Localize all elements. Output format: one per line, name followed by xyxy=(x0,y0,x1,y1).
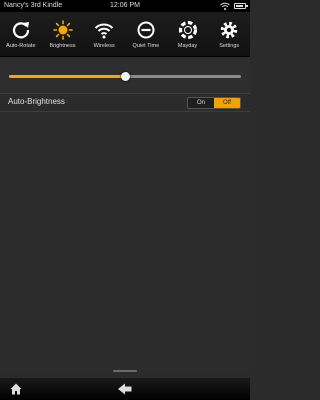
brightness-icon xyxy=(52,20,73,40)
brightness-slider[interactable] xyxy=(9,72,241,81)
navigation-bar xyxy=(0,378,250,400)
brightness-slider-fill xyxy=(9,75,125,78)
auto-brightness-off-option[interactable]: Off xyxy=(214,98,240,108)
auto-brightness-on-option[interactable]: On xyxy=(188,98,214,108)
battery-icon xyxy=(234,3,248,9)
quiet-time-label: Quiet Time xyxy=(132,43,160,49)
brightness-label: Brightness xyxy=(49,43,76,49)
status-bar: Nancy's 3rd Kindle 12:06 PM xyxy=(0,0,250,12)
brightness-slider-panel xyxy=(0,58,250,94)
content-area xyxy=(0,113,250,370)
panel-grab-handle[interactable] xyxy=(113,370,137,372)
auto-rotate-button[interactable]: Auto-Rotate xyxy=(0,12,42,56)
brightness-slider-thumb[interactable] xyxy=(121,72,130,81)
auto-brightness-label: Auto-Brightness xyxy=(8,97,65,106)
brightness-button[interactable]: Brightness xyxy=(42,12,84,56)
auto-brightness-toggle[interactable]: On Off xyxy=(187,97,241,109)
mayday-button[interactable]: Mayday xyxy=(167,12,209,56)
auto-rotate-icon xyxy=(12,22,29,39)
mayday-label: Mayday xyxy=(177,43,198,49)
home-icon[interactable] xyxy=(10,383,22,395)
wireless-icon xyxy=(94,23,114,39)
quiet-time-icon xyxy=(137,21,155,39)
settings-icon xyxy=(220,21,238,39)
settings-label: Settings xyxy=(219,43,240,49)
mayday-icon xyxy=(178,20,197,40)
auto-brightness-row: Auto-Brightness On Off xyxy=(0,94,250,112)
wireless-label: Wireless xyxy=(93,43,115,49)
quick-settings-bar: Auto-Rotate Brightness Wireless Quiet Ti… xyxy=(0,12,250,57)
wireless-button[interactable]: Wireless xyxy=(83,12,125,56)
back-arrow-icon[interactable] xyxy=(118,383,132,395)
auto-rotate-label: Auto-Rotate xyxy=(6,43,36,49)
wifi-status-icon xyxy=(220,2,230,10)
clock: 12:06 PM xyxy=(110,2,140,9)
settings-button[interactable]: Settings xyxy=(208,12,250,56)
quiet-time-button[interactable]: Quiet Time xyxy=(125,12,167,56)
